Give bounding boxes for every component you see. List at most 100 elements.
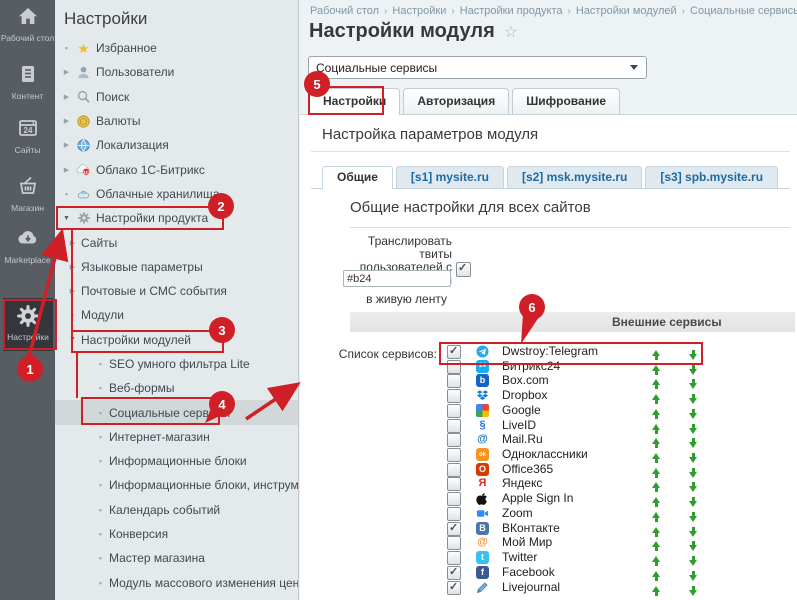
rail-item-4[interactable]: Marketplace [0, 226, 55, 265]
breadcrumb-item-0[interactable]: Рабочий стол [310, 5, 379, 17]
site-tab-3[interactable]: [s3] spb.mysite.ru [645, 166, 778, 188]
move-down-icon[interactable] [689, 586, 698, 596]
chevron-collapsed-icon: ▶ [61, 68, 72, 76]
service-checkbox[interactable] [447, 360, 461, 374]
tab-0[interactable]: Настройки [309, 88, 400, 115]
favorite-star-icon[interactable]: ☆ [504, 24, 518, 41]
menu-item-12[interactable]: ▼Настройки модулей [55, 328, 298, 352]
service-checkbox[interactable] [447, 566, 461, 580]
menu-item-label: Почтовые и СМС события [81, 284, 227, 298]
menu-item-17[interactable]: ▪Информационные блоки [55, 449, 298, 473]
livejournal-icon [476, 581, 489, 594]
service-name: Битрикс24 [502, 359, 560, 374]
menu-item-6[interactable]: ▪Облачные хранилища [55, 182, 298, 206]
service-name: Mail.Ru [502, 432, 543, 447]
menu-item-3[interactable]: ▶Валюты [55, 109, 298, 133]
service-row-0: Dwstroy:Telegram [440, 344, 730, 359]
service-checkbox[interactable] [447, 581, 461, 595]
menu-item-7[interactable]: ▼Настройки продукта [55, 206, 298, 230]
tab-2[interactable]: Шифрование [512, 88, 620, 114]
menu-item-19[interactable]: ▪Календарь событий [55, 498, 298, 522]
menu-item-15[interactable]: ▪Социальные сервисы [55, 400, 298, 424]
rail-item-1[interactable]: Контент [0, 62, 55, 101]
move-up-icon[interactable] [652, 586, 661, 596]
yandex-icon: Я [476, 477, 489, 490]
module-select[interactable]: Социальные сервисы [308, 56, 647, 79]
breadcrumb: Рабочий стол›Настройки›Настройки продукт… [310, 5, 797, 17]
menu-item-label: Интернет-магазин [109, 430, 210, 444]
divider [350, 227, 790, 228]
rail-item-0[interactable]: Рабочий стол [0, 4, 55, 43]
menu-item-20[interactable]: ▪Конверсия [55, 522, 298, 546]
site-tab-1[interactable]: [s1] mysite.ru [396, 166, 504, 188]
menu-item-label: Локализация [96, 138, 169, 152]
cloud-storage-icon [75, 186, 92, 202]
rail-item-label: Marketplace [0, 255, 55, 265]
chevron-collapsed-icon: ▶ [67, 239, 78, 247]
service-checkbox[interactable] [447, 551, 461, 565]
menu-item-9[interactable]: ▶Языковые параметры [55, 255, 298, 279]
breadcrumb-item-1[interactable]: Настройки [392, 5, 446, 17]
module-select-value: Социальные сервисы [316, 61, 437, 75]
breadcrumb-item-3[interactable]: Настройки модулей [576, 5, 677, 17]
service-checkbox[interactable] [447, 345, 461, 359]
chevron-collapsed-icon: ▶ [67, 263, 78, 271]
service-name: Office365 [502, 462, 553, 477]
service-row-2: bBox.com [440, 373, 730, 388]
service-checkbox[interactable] [447, 404, 461, 418]
rail-item-5[interactable]: Настройки [3, 298, 53, 351]
site-tab-0[interactable]: Общие [322, 166, 393, 189]
mailru-icon: @ [476, 433, 489, 446]
menu-item-0[interactable]: ▪★Избранное [55, 36, 298, 60]
section-title: Настройка параметров модуля [322, 126, 538, 143]
bullet-icon: ▪ [95, 505, 106, 515]
globe-icon [75, 137, 92, 153]
service-checkbox[interactable] [447, 477, 461, 491]
service-checkbox[interactable] [447, 536, 461, 550]
menu-item-18[interactable]: ▪Информационные блоки, инструменты [55, 473, 298, 497]
menu-item-16[interactable]: ▪Интернет-магазин [55, 425, 298, 449]
service-row-11: Zoom [440, 506, 730, 521]
service-checkbox[interactable] [447, 522, 461, 536]
menu-item-label: Поиск [96, 90, 129, 104]
menu-item-11[interactable]: ▪Модули [55, 303, 298, 327]
menu-item-13[interactable]: ▪SEO умного фильтра Lite [55, 352, 298, 376]
services-list: Dwstroy:Telegram24Битрикс24bBox.comDropb… [440, 344, 730, 594]
rail-item-label: Контент [0, 91, 55, 101]
service-checkbox[interactable] [447, 492, 461, 506]
service-checkbox[interactable] [447, 419, 461, 433]
service-checkbox[interactable] [447, 374, 461, 388]
breadcrumb-item-4[interactable]: Социальные сервисы [690, 5, 797, 17]
menu-item-14[interactable]: ▪Веб-формы [55, 376, 298, 400]
service-row-16: Livejournal [440, 580, 730, 595]
menu-item-label: Пользователи [96, 65, 174, 79]
rail-item-3[interactable]: Магазин [0, 174, 55, 213]
bullet-icon: ▪ [61, 189, 72, 199]
tweet-hashtag-checkbox[interactable] [456, 262, 471, 277]
menu-item-1[interactable]: ▶ Пользователи [55, 60, 298, 84]
menu-item-10[interactable]: ▶Почтовые и СМС события [55, 279, 298, 303]
menu-item-4[interactable]: ▶Локализация [55, 133, 298, 157]
rail-item-2[interactable]: 24Сайты [0, 116, 55, 155]
menu-item-22[interactable]: ▪Модуль массового изменения цен по фильт… [55, 571, 298, 595]
menu-item-2[interactable]: ▶Поиск [55, 85, 298, 109]
menu-item-8[interactable]: ▶Сайты [55, 230, 298, 254]
site-tab-2[interactable]: [s2] msk.mysite.ru [507, 166, 642, 188]
service-checkbox[interactable] [447, 389, 461, 403]
service-checkbox[interactable] [447, 507, 461, 521]
menu-item-label: Конверсия [109, 527, 168, 541]
service-row-4: Google [440, 403, 730, 418]
service-name: Dropbox [502, 388, 547, 403]
tab-1[interactable]: Авторизация [403, 88, 509, 114]
hashtag-input[interactable] [343, 270, 451, 287]
services-list-label: Список сервисов: [330, 347, 437, 361]
menu-item-21[interactable]: ▪Мастер магазина [55, 546, 298, 570]
bullet-icon: ▪ [61, 43, 72, 53]
apple-icon [476, 492, 489, 505]
menu-item-5[interactable]: ▶1CОблако 1С-Битрикс [55, 157, 298, 181]
service-checkbox[interactable] [447, 433, 461, 447]
breadcrumb-item-2[interactable]: Настройки продукта [460, 5, 563, 17]
service-checkbox[interactable] [447, 463, 461, 477]
menu-item-label: Облако 1С-Битрикс [96, 163, 205, 177]
service-checkbox[interactable] [447, 448, 461, 462]
